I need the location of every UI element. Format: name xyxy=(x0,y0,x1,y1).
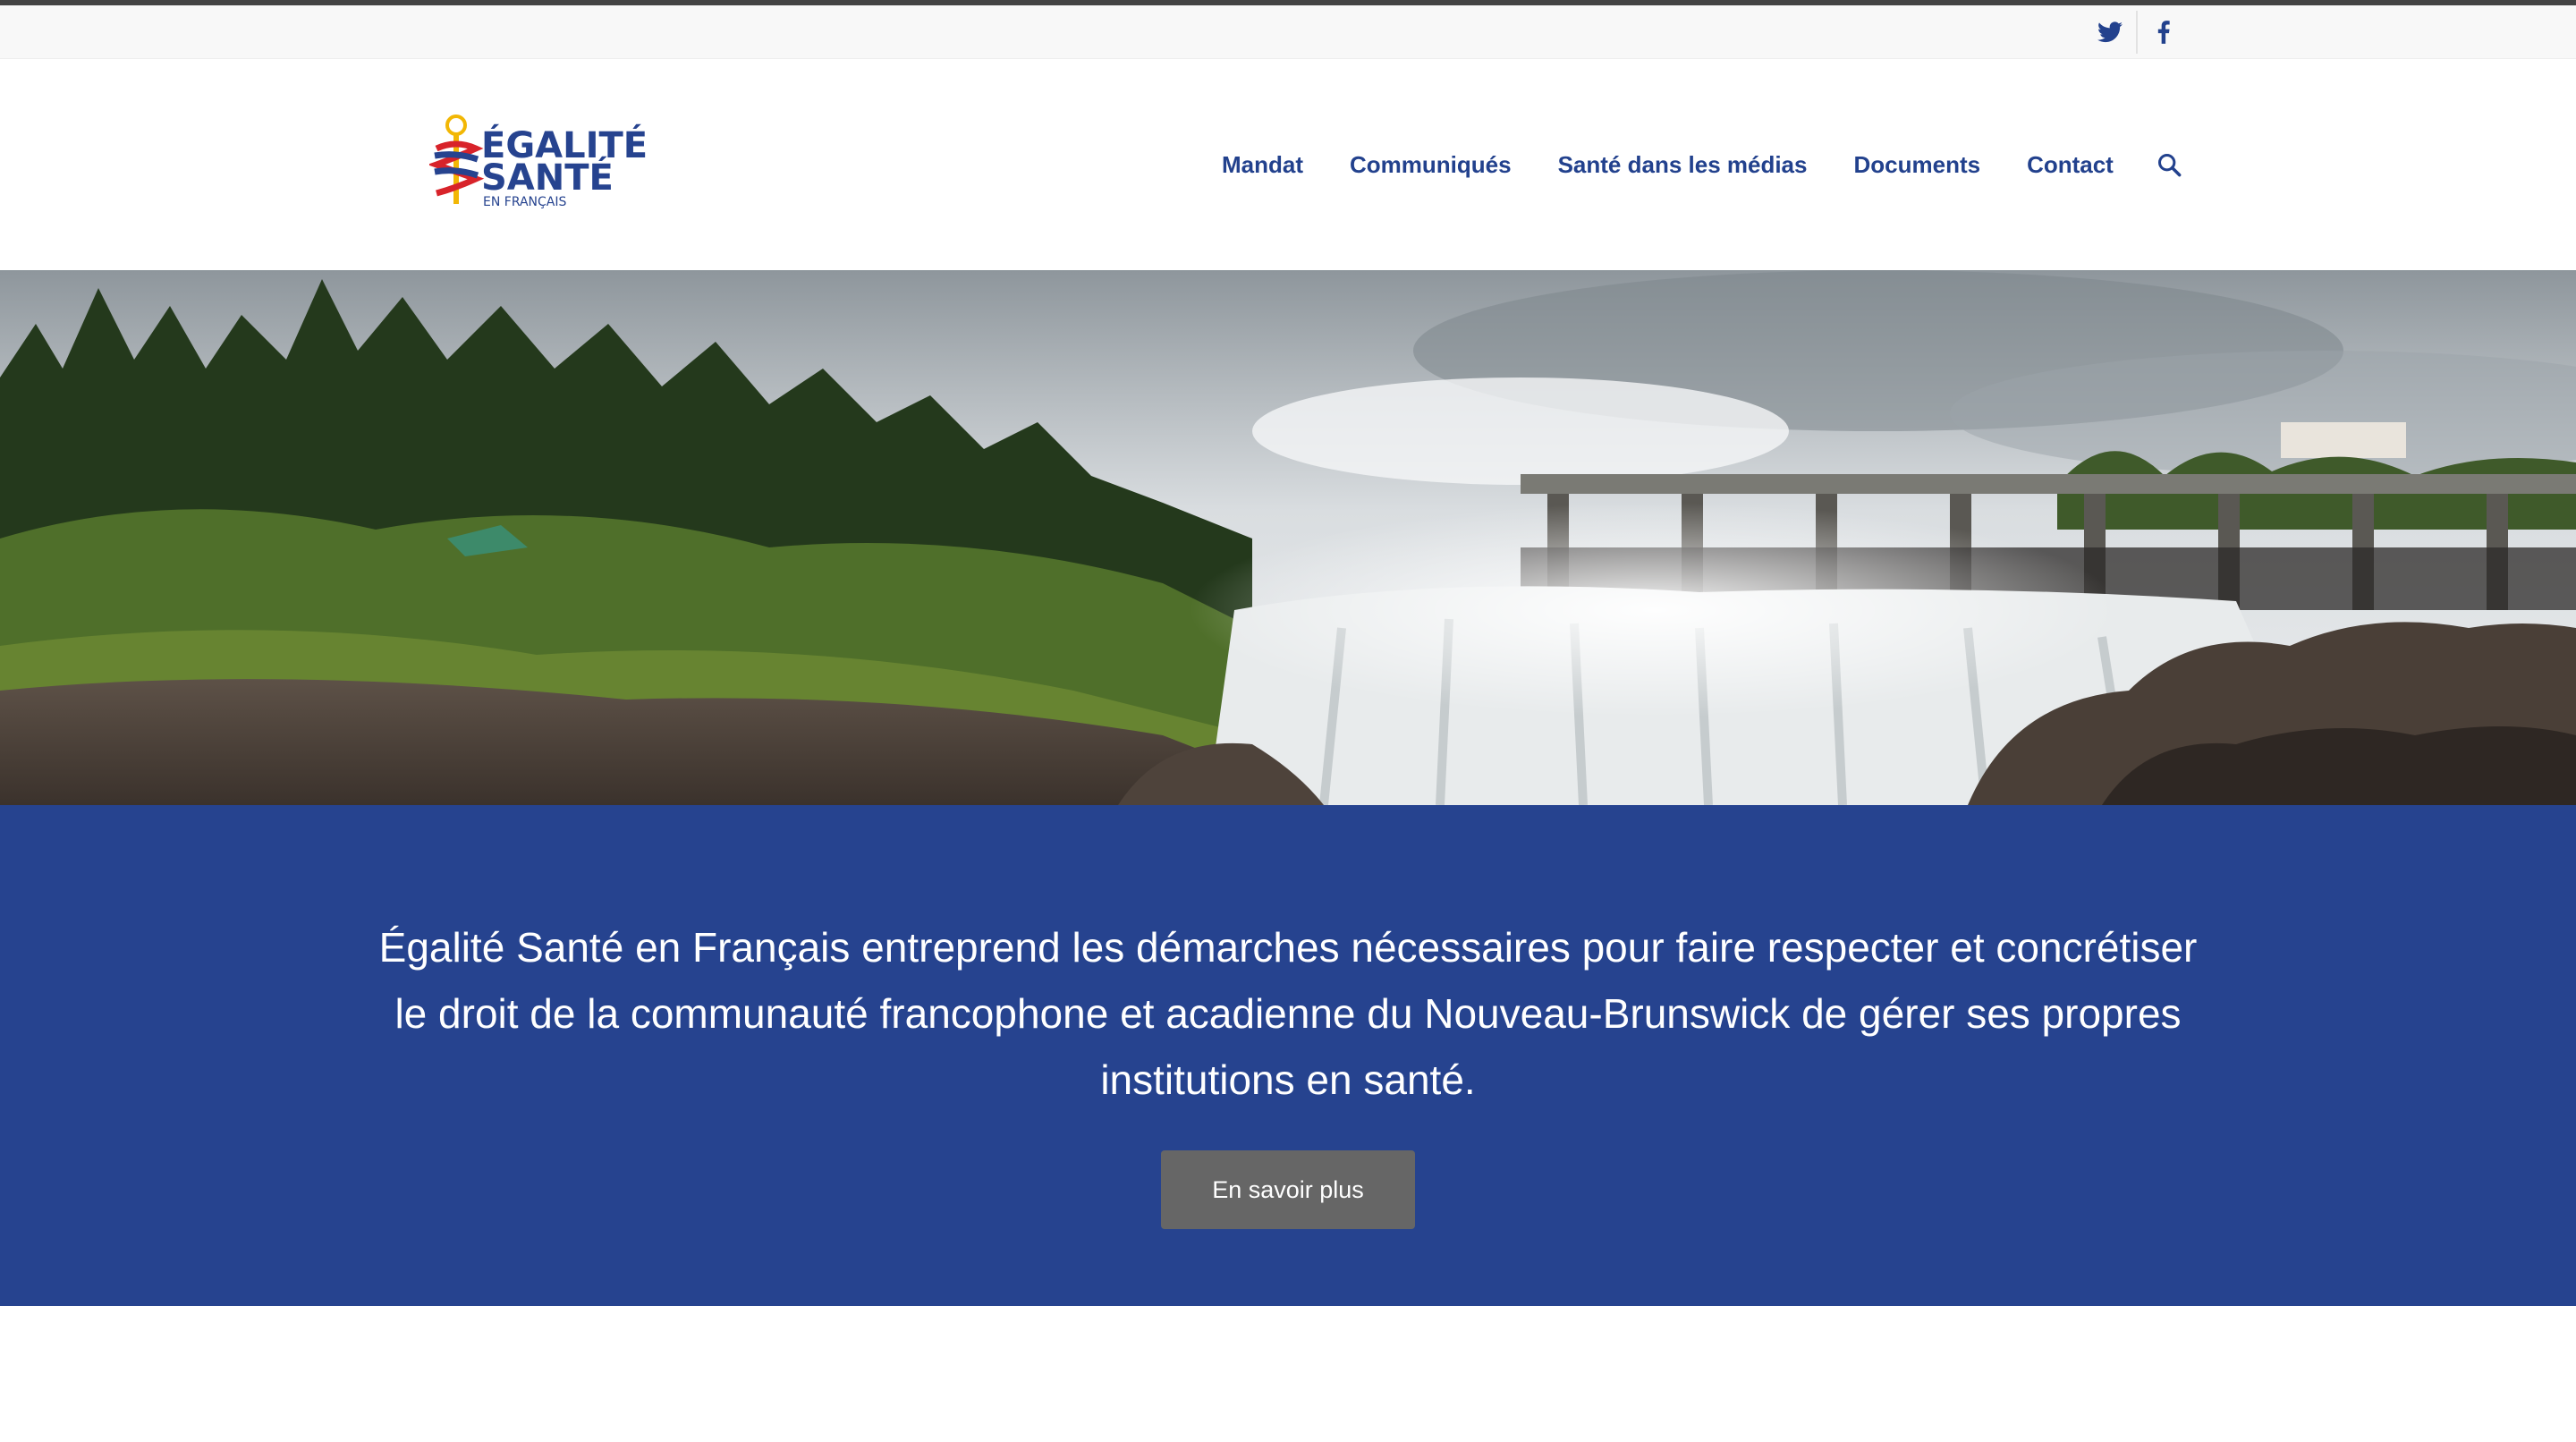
nav-item-sante-medias[interactable]: Santé dans les médias xyxy=(1535,151,1831,179)
nav-item-documents[interactable]: Documents xyxy=(1830,151,2004,179)
nav-item-contact[interactable]: Contact xyxy=(2004,151,2137,179)
intro-text: Égalité Santé en Français entreprend les… xyxy=(378,924,2198,1103)
main-nav: Mandat Communiqués Santé dans les médias… xyxy=(1199,59,2196,270)
intro-band: Égalité Santé en Français entreprend les… xyxy=(0,805,2576,1306)
svg-text:SANTÉ: SANTÉ xyxy=(481,156,614,199)
search-icon[interactable] xyxy=(2142,138,2196,191)
site-logo[interactable]: ÉGALITÉ SANTÉ EN FRANÇAIS xyxy=(427,113,662,211)
learn-more-button[interactable]: En savoir plus xyxy=(1161,1150,1415,1229)
site-header: ÉGALITÉ SANTÉ EN FRANÇAIS Mandat Communi… xyxy=(0,59,2576,270)
svg-text:EN FRANÇAIS: EN FRANÇAIS xyxy=(483,195,567,209)
hero-image-waterfall xyxy=(0,270,2576,805)
nav-item-communiques[interactable]: Communiqués xyxy=(1326,151,1535,179)
social-bar xyxy=(0,5,2576,59)
twitter-icon[interactable] xyxy=(2084,5,2136,59)
nav-item-mandat[interactable]: Mandat xyxy=(1199,151,1326,179)
page-bottom xyxy=(0,1306,2576,1442)
facebook-icon[interactable] xyxy=(2138,5,2190,59)
